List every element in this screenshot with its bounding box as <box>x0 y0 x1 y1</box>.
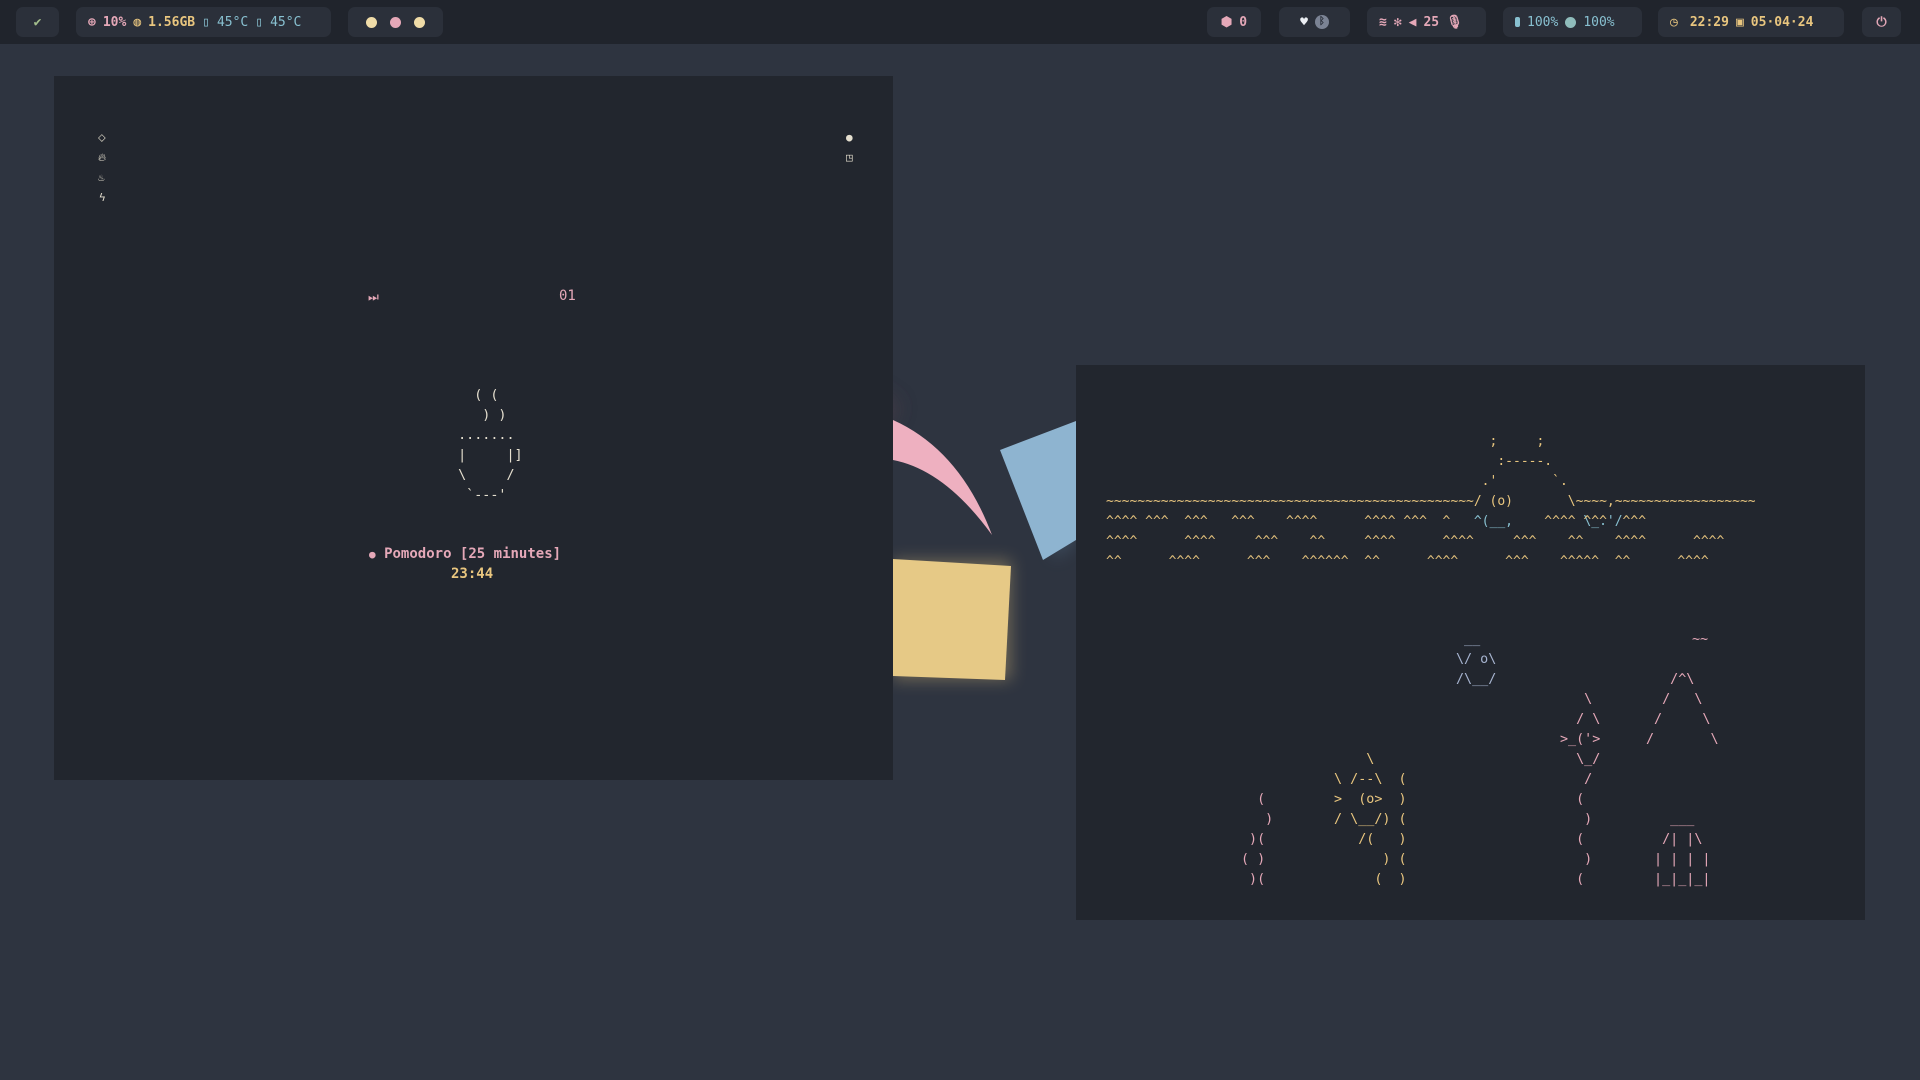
coffee-cup-art: ( ( ) ) ....... | |] \ / `---' <box>458 388 523 503</box>
clock-time: 22:29 <box>1689 14 1729 30</box>
pomodoro-window[interactable]: ⬦ 🔥︎ ♨ ϟ ● ◳ ⏭ 01 ( ( ) ) ....... | |] \… <box>54 76 893 780</box>
tray-module[interactable]: ♥ ᛒ <box>1279 7 1350 37</box>
top-bar: ✔ ⊕ 10% ◍ 1.56GB ▯ 45°C ▯ 45°C ⬢ 0 ♥ ᛒ ≋… <box>0 0 1920 44</box>
big-bird-art: \ \ /--\ ( > (o> ) / \__/) ( /( ) ) ( ( … <box>1334 752 1407 887</box>
clock-icon: ◷ <box>1670 14 1678 30</box>
pink-crescent-shape <box>893 420 992 535</box>
workspace-2[interactable] <box>390 16 401 28</box>
bluetooth-off-icon: ✻ <box>1393 14 1402 30</box>
power-icon: ⏻ <box>1876 14 1887 30</box>
power-button[interactable]: ⏻ <box>1862 7 1901 37</box>
flamingo-art: \ / \ >_('> \_/ / ( ) ( ) ( <box>1560 692 1601 887</box>
battery-value-2: 100% <box>1583 14 1615 30</box>
pomodoro-label: Pomodoro [25 minutes] <box>384 546 562 562</box>
microphone-icon: 🎙︎ <box>1446 14 1463 30</box>
clock-date: 05·04·24 <box>1750 14 1814 30</box>
yellow-square-shape <box>893 559 1011 680</box>
battery-icon <box>1515 17 1520 27</box>
check-feather-icon: ✔ <box>33 14 42 30</box>
wifi-icon: ≋ <box>1379 14 1387 30</box>
hot-cup-icon[interactable]: ♨ <box>98 172 105 183</box>
cpu-icon: ⊕ <box>88 14 96 30</box>
circle-icon <box>1565 16 1577 28</box>
island-top-art: ; ; :-----. .' `. <box>1481 434 1568 489</box>
small-bird-art: __ \/ o\ /\__/ <box>1456 632 1497 687</box>
thermometer-icon: ▯ <box>255 14 264 30</box>
volume-icon: ◀ <box>1408 14 1417 30</box>
timer-display: 23:44 <box>451 566 494 582</box>
pomodoro-status: ● Pomodoro [25 minutes] <box>369 546 561 562</box>
temperature-2: 45°C <box>270 14 302 30</box>
ascii-art-window[interactable]: ; ; :-----. .' `. ~~~~~~~~~~~~~~~~~~~~~~… <box>1076 365 1865 920</box>
system-stats-module[interactable]: ⊕ 10% ◍ 1.56GB ▯ 45°C ▯ 45°C <box>76 7 331 37</box>
battery-module[interactable]: 100% 100% <box>1503 7 1642 37</box>
smoke-art: ( ) )( ( ) )( <box>1241 792 1274 887</box>
volume-level: 25 <box>1423 14 1440 30</box>
launcher-button[interactable]: ✔ <box>16 7 59 37</box>
circle-info-icon[interactable]: ● <box>846 132 853 143</box>
clock-module[interactable]: ◷ 22:29 ▣ 05·04·24 <box>1658 7 1844 37</box>
sea-line-art: ~~~~~~~~~~~~~~~~~~~~~~~~~~~~~~~~~~~~~~~~… <box>1106 494 1756 509</box>
hut-art: ___ /| |\ | | | | |_|_|_| <box>1654 812 1711 887</box>
wiggle-art: ~~ <box>1692 632 1709 647</box>
calendar-icon: ▣ <box>1735 14 1744 30</box>
network-audio-module[interactable]: ≋ ✻ ◀ 25 🎙︎ <box>1367 7 1486 37</box>
blue-square-shape <box>1000 421 1076 560</box>
updates-module[interactable]: ⬢ 0 <box>1207 7 1261 37</box>
heart-icon: ♥ <box>1300 14 1308 30</box>
temperature-1: 45°C <box>216 14 249 30</box>
waves-art: ^^^^ ^^^ ^^^ ^^^ ^^^^ ^^^^ ^^^ ^ ^^^^ ^^… <box>1106 514 1725 569</box>
flame-icon[interactable]: 🔥︎ <box>98 152 106 163</box>
memory-usage: 1.56GB <box>148 14 196 30</box>
bluetooth-badge-icon: ᛒ <box>1314 15 1329 29</box>
chevron-up-down-icon[interactable]: ⬦ <box>98 132 106 143</box>
package-icon: ⬢ <box>1220 14 1233 30</box>
tent-art: /^\ / \ / \ / \ <box>1646 672 1719 747</box>
workspace-3[interactable] <box>414 16 425 28</box>
battery-value: 100% <box>1527 14 1559 30</box>
clipboard-icon[interactable]: ◳ <box>846 152 853 163</box>
skip-forward-icon[interactable]: ⏭ <box>368 290 379 305</box>
memory-icon: ◍ <box>133 14 142 30</box>
workspaces-module <box>348 7 443 37</box>
tomato-icon: ● <box>369 548 376 561</box>
updates-count: 0 <box>1239 14 1248 30</box>
workspace-1[interactable] <box>366 16 377 28</box>
cpu-usage: 10% <box>102 14 127 30</box>
thermometer-icon: ▯ <box>202 14 210 30</box>
lightning-icon[interactable]: ϟ <box>99 192 106 203</box>
session-counter: 01 <box>559 288 576 304</box>
